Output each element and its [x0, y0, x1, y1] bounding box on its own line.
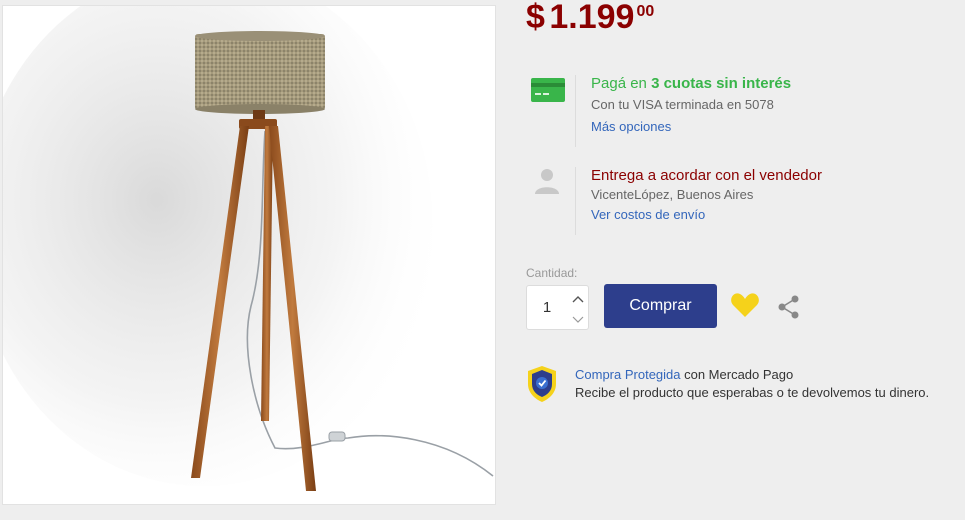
more-options-link[interactable]: Más opciones [591, 119, 671, 135]
product-image[interactable] [2, 5, 496, 505]
divider [575, 75, 576, 147]
shipping-costs-link[interactable]: Ver costos de envío [591, 207, 705, 223]
protected-title: Compra Protegida con Mercado Pago [575, 366, 929, 384]
installments-title: Pagá en 3 cuotas sin interés [591, 75, 791, 93]
delivery-info: Entrega a acordar con el vendedor Vicent… [526, 167, 946, 235]
shield-check-icon [526, 364, 558, 404]
chevron-down-icon[interactable] [569, 310, 587, 328]
price-amount: 1.199 [549, 0, 635, 36]
chevron-up-icon[interactable] [569, 291, 587, 309]
price-cents: 00 [636, 3, 655, 20]
protected-purchase-link[interactable]: Compra Protegida [575, 367, 681, 382]
payment-info: Pagá en 3 cuotas sin interés Con tu VISA… [526, 75, 946, 147]
protected-description: Recibe el producto que esperabas o te de… [575, 385, 930, 400]
installments-prefix: Pagá en [591, 75, 652, 92]
quantity-label: Cantidad: [526, 266, 578, 280]
quantity-stepper[interactable] [526, 285, 589, 330]
buy-button[interactable]: Comprar [604, 284, 717, 328]
protected-suffix: con Mercado Pago [680, 367, 794, 382]
credit-card-icon [526, 75, 568, 115]
card-info: Con tu VISA terminada en 5078 [591, 97, 774, 112]
delivery-location: VicenteLópez, Buenos Aires [591, 187, 754, 202]
divider [575, 167, 576, 235]
installments-strong: 3 cuotas sin interés [651, 75, 792, 92]
delivery-title: Entrega a acordar con el vendedor [591, 167, 822, 184]
price-symbol: $ [526, 0, 545, 36]
person-icon [526, 167, 568, 207]
price: $ 1.199 00 [526, 0, 654, 34]
heart-icon[interactable] [730, 292, 760, 318]
quantity-input[interactable] [527, 286, 567, 329]
share-icon[interactable] [776, 294, 802, 320]
floor-lamp-image [3, 6, 494, 491]
protected-purchase: Compra Protegida con Mercado Pago Recibe… [526, 364, 956, 408]
